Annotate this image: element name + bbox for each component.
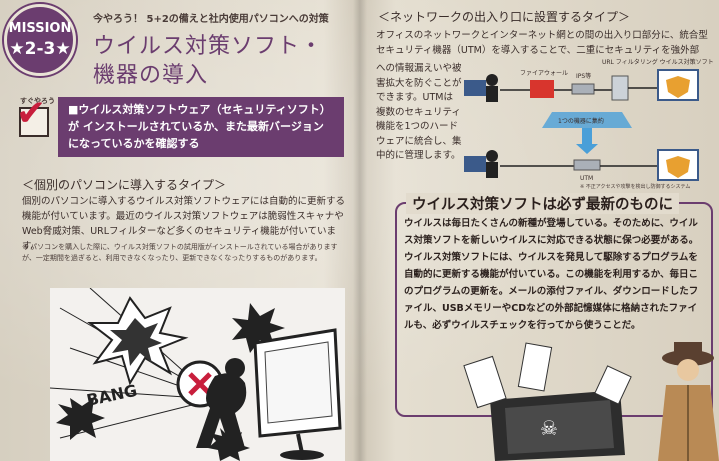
pc-icon-bottom — [464, 156, 486, 172]
svg-text:UTM: UTM — [580, 175, 593, 182]
svg-text:URL フィルタリング ウイルス対策ソフト: URL フィルタリング ウイルス対策ソフト — [602, 58, 714, 66]
page-gutter — [353, 0, 367, 461]
network-diagram-art: ファイアウォール IPS等 URL フィルタリング ウイルス対策ソフト 1つの機… — [464, 58, 714, 182]
pc-icon-top — [464, 80, 486, 96]
server-icon — [611, 75, 629, 101]
checkmark-icon: ✔ — [16, 93, 47, 134]
bang-text: BANG — [85, 381, 139, 410]
diagram-caption: ※ 不正アクセスや攻撃を検出し防御するシステム — [580, 184, 691, 190]
virus-attack-illustration: BANG — [50, 288, 345, 461]
left-section-heading: ＜個別のパソコンに導入するタイプ＞ — [22, 178, 227, 192]
illustration-art: BANG — [50, 288, 342, 461]
mission-badge: MISSION ★2-3★ — [4, 4, 76, 76]
badge-line2: ★2-3★ — [9, 39, 71, 59]
svg-text:1つの機器に集約: 1つの機器に集約 — [558, 117, 604, 125]
badge-line1: MISSION — [8, 21, 72, 36]
checklist-box: ■ウイルス対策ソフトウェア（セキュリティソフト）が インストールされているか、ま… — [58, 97, 344, 157]
right-section-body-side: への情報漏えいや被害拡大を防ぐことができます。UTMは複数のセキュリティ機能を1… — [376, 63, 462, 161]
svg-text:IPS等: IPS等 — [576, 72, 591, 80]
left-section-note: ※ パソコンを購入した際に、ウイルス対策ソフトの試用版がインストールされている場… — [22, 243, 338, 262]
right-section-heading: ＜ネットワークの出入り口に設置するタイプ＞ — [378, 10, 631, 24]
network-diagram: ファイアウォール IPS等 URL フィルタリング ウイルス対策ソフト 1つの機… — [462, 58, 714, 193]
firewall-icon — [530, 80, 554, 98]
right-section-body-top: オフィスのネットワークとインターネット網との間の出入り口部分に、統合型セキュリテ… — [376, 30, 708, 56]
tip-panel-text: ウイルスは毎日たくさんの新種が登場している。そのために、ウイルス対策ソフトを新し… — [404, 218, 699, 331]
tip-panel-title: ウイルス対策ソフトは必ず最新のものに — [406, 193, 679, 214]
user-icon-top — [486, 74, 498, 86]
utm-device — [573, 159, 601, 171]
skull-icon: ☠ — [540, 416, 558, 440]
svg-text:ファイアウォール: ファイアウォール — [520, 69, 568, 77]
page-subtitle: 今やろう！ 5+2の備えと社内使用パソコンへの対策 — [93, 14, 329, 25]
ips-device — [571, 83, 595, 95]
detective-illustration: ☠ — [463, 342, 719, 461]
page-title-line2: 機器の導入 — [93, 63, 209, 88]
page-title-line1: ウイルス対策ソフト・ — [93, 34, 324, 59]
